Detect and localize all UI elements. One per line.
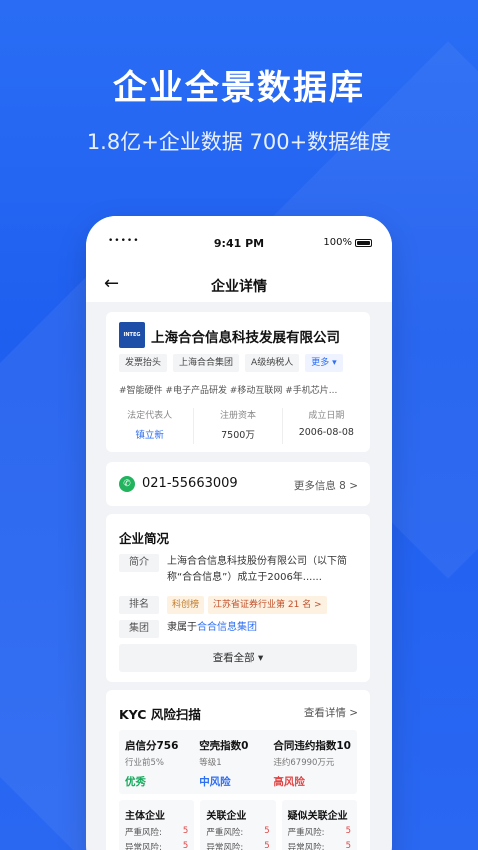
risk-line: 异常风险: 5: [125, 841, 188, 850]
tag-invoice[interactable]: 发票抬头: [119, 354, 168, 372]
kyc-title: KYC 风险扫描: [119, 707, 201, 722]
kyc-risk-card: KYC 风险扫描 查看详情 > 启信分756 行业前5% 优秀 空壳指数0 等级…: [106, 690, 370, 850]
company-name: 上海合合信息科技发展有限公司: [151, 330, 340, 346]
group-prefix: 隶属于: [167, 622, 197, 633]
score-level: 中风险: [199, 776, 231, 788]
intro-row: 简介 上海合合信息科技股份有限公司（以下简称“合合信息”）成立于2006年...…: [119, 554, 363, 586]
score-name: 空壳指数0: [199, 740, 249, 752]
score-level: 优秀: [125, 776, 146, 788]
risk-label: 异常风险:: [287, 843, 325, 850]
fact-value: 2006-08-08: [298, 427, 354, 438]
risk-label: 严重风险:: [125, 828, 162, 838]
risk-value: 5: [345, 826, 351, 836]
risk-label: 异常风险:: [125, 843, 162, 850]
fact-value: 7500万: [221, 430, 255, 441]
score-credit[interactable]: 启信分756 行业前5% 优秀: [125, 738, 199, 788]
risk-value: 5: [345, 841, 351, 850]
see-all-button[interactable]: 查看全部 ▾: [119, 644, 357, 672]
risk-value: 5: [182, 841, 189, 850]
rank-label: 排名: [119, 596, 159, 614]
risk-boxes: 主体企业 严重风险: 5 异常风险: 5 关联企业 严重风险: 5 异常风险: 5 疑似…: [119, 800, 357, 850]
risk-label: 异常风险:: [206, 843, 244, 850]
risk-value: 5: [264, 826, 270, 836]
fact-label: 法定代表人: [127, 411, 173, 421]
rank-badge: 科创榜: [167, 596, 205, 614]
profile-title: 企业简况: [119, 531, 170, 546]
risk-box-title: 疑似关联企业: [287, 811, 348, 822]
risk-value: 5: [264, 841, 270, 850]
group-link[interactable]: 合合信息集团: [197, 622, 257, 633]
risk-box-title: 主体企业: [125, 811, 165, 822]
intro-text: 上海合合信息科技股份有限公司（以下简称“合合信息”）成立于2006年......: [167, 556, 347, 583]
company-profile-card: 企业简况 简介 上海合合信息科技股份有限公司（以下简称“合合信息”）成立于200…: [106, 514, 370, 682]
fact-founded: 成立日期 2006-08-08: [283, 408, 370, 444]
more-info-link[interactable]: 更多信息 8 >: [294, 478, 358, 493]
risk-box-related[interactable]: 关联企业 严重风险: 5 异常风险: 5: [200, 800, 276, 850]
company-header-card: INTEG 上海合合信息科技发展有限公司 发票抬头 上海合合集团 A级纳税人 更…: [106, 312, 370, 452]
industry-hashtags: #智能硬件 #电子产品研发 #移动互联网 #手机芯片...: [119, 386, 338, 396]
score-name: 启信分756: [125, 740, 179, 752]
risk-line: 严重风险: 5: [288, 826, 351, 838]
company-tags: 发票抬头 上海合合集团 A级纳税人 更多 ▾: [119, 354, 343, 372]
status-bar: ••••• 9:41 PM 100%: [86, 216, 392, 268]
group-label: 集团: [119, 620, 159, 638]
risk-line: 异常风险: 5: [206, 841, 269, 850]
fact-label: 注册资本: [219, 411, 256, 421]
phone-icon: ✆: [119, 476, 135, 492]
phone-number[interactable]: 021-55663009: [142, 476, 238, 491]
risk-line: 严重风险: 5: [125, 826, 188, 838]
risk-box-title: 关联企业: [206, 811, 247, 822]
hero-subtitle: 1.8亿+企业数据 700+数据维度: [86, 130, 392, 154]
risk-label: 严重风险:: [287, 828, 325, 838]
battery-percent: 100%: [323, 237, 352, 248]
nav-bar: ← 企业详情: [86, 268, 392, 302]
contact-card[interactable]: ✆ 021-55663009 更多信息 8 >: [106, 462, 370, 506]
score-level: 高风险: [273, 776, 305, 788]
risk-value: 5: [182, 826, 189, 836]
risk-line: 异常风险: 5: [288, 841, 351, 850]
risk-line: 严重风险: 5: [206, 826, 269, 838]
legal-rep-link[interactable]: 镇立新: [106, 427, 193, 441]
group-row: 集团 隶属于合合信息集团: [119, 620, 257, 638]
score-contract[interactable]: 合同违约指数10 违约67990万元 高风险: [273, 738, 351, 788]
fact-capital: 注册资本 7500万: [194, 408, 283, 444]
score-sub: 等级1: [199, 758, 222, 768]
risk-box-main[interactable]: 主体企业 严重风险: 5 异常风险: 5: [119, 800, 195, 850]
kyc-details-link[interactable]: 查看详情 >: [304, 705, 358, 720]
company-facts: 法定代表人 镇立新 注册资本 7500万 成立日期 2006-08-08: [106, 408, 370, 444]
intro-label: 简介: [119, 554, 159, 572]
phone-mockup: ••••• 9:41 PM 100% ← 企业详情 INTEG 上海合合信息科技…: [86, 216, 392, 850]
kyc-scores: 启信分756 行业前5% 优秀 空壳指数0 等级1 中风险 合同违约指数10 违…: [119, 730, 357, 794]
score-shell[interactable]: 空壳指数0 等级1 中风险: [199, 738, 273, 788]
more-tags-button[interactable]: 更多 ▾: [305, 354, 343, 372]
company-logo: INTEG: [119, 322, 145, 348]
rank-row: 排名 科创榜 江苏省证券行业第 21 名 >: [119, 596, 327, 614]
page-title: 企业详情: [211, 279, 267, 295]
rank-link[interactable]: 江苏省证券行业第 21 名 >: [208, 596, 327, 614]
risk-label: 严重风险:: [206, 828, 244, 838]
score-sub: 行业前5%: [125, 758, 164, 768]
score-name: 合同违约指数10: [273, 740, 351, 752]
score-sub: 违约67990万元: [273, 758, 335, 768]
group-value: 隶属于合合信息集团: [167, 620, 257, 638]
battery-icon: [355, 239, 372, 247]
risk-box-suspected[interactable]: 疑似关联企业 严重风险: 5 异常风险: 5: [281, 800, 357, 850]
hero-title: 企业全景数据库: [113, 68, 365, 108]
fact-legal-rep: 法定代表人 镇立新: [106, 408, 195, 444]
tag-group[interactable]: 上海合合集团: [173, 354, 240, 372]
fact-label: 成立日期: [308, 411, 345, 421]
tag-taxpayer[interactable]: A级纳税人: [245, 354, 300, 372]
